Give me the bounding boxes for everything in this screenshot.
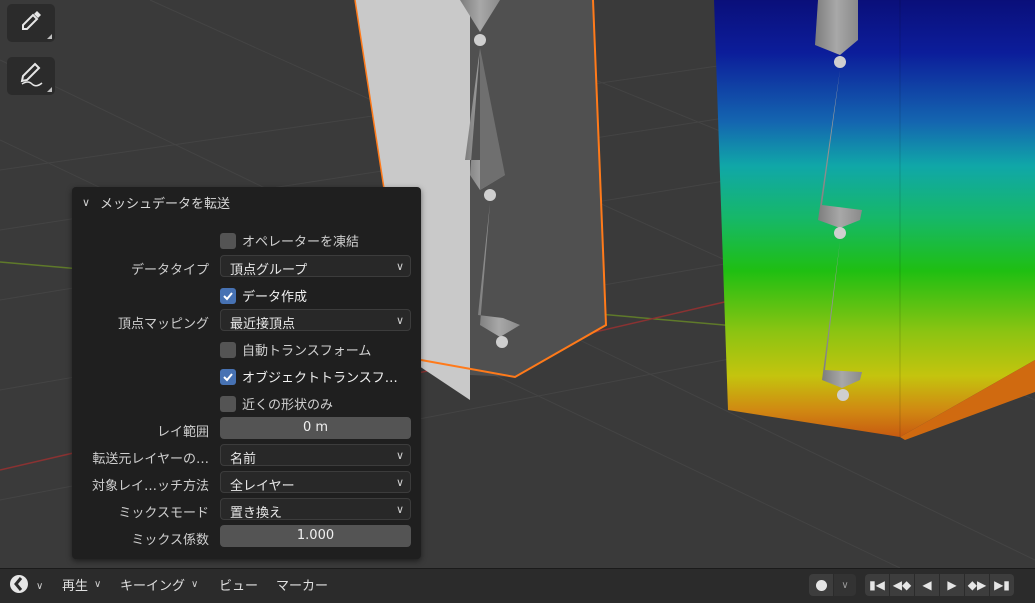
play-icon: ▶ — [947, 578, 957, 592]
source-layers-value: 名前 — [230, 452, 257, 467]
clock-icon — [8, 573, 30, 599]
next-keyframe-button[interactable]: ◆▶ — [965, 574, 989, 596]
auto-keying-button[interactable] — [809, 574, 833, 596]
chevron-down-icon: ∨ — [191, 579, 199, 590]
tool-options-corner — [47, 34, 52, 39]
keying-menu-label: キーイング — [120, 579, 186, 594]
mix-mode-label: ミックスモード — [118, 506, 209, 521]
annotate-pen-icon — [18, 61, 44, 91]
marker-menu-label: マーカー — [276, 579, 329, 594]
create-data-row: データ作成 — [72, 282, 421, 306]
chevron-down-icon: ∨ — [395, 449, 404, 462]
chevron-down-icon: ∨ — [395, 476, 404, 489]
data-type-row: データタイプ 頂点グループ ∨ — [72, 255, 421, 279]
dest-layers-label: 対象レイ…ッチ方法 — [91, 479, 209, 494]
ray-radius-row: レイ範囲 0 m — [72, 417, 421, 441]
vertex-mapping-dropdown[interactable]: 最近接頂点 ∨ — [220, 309, 411, 332]
only-neighbor-label: 近くの形状のみ — [242, 398, 334, 413]
create-data-label: データ作成 — [242, 290, 308, 305]
checkbox-box — [220, 395, 236, 412]
weight-painted-mesh[interactable] — [714, 0, 1035, 440]
chevron-down-icon: ∨ — [395, 503, 404, 516]
playback-menu[interactable]: 再生 ∨ — [62, 575, 101, 594]
mix-mode-row: ミックスモード 置き換え ∨ — [72, 498, 421, 522]
dest-layers-row: 対象レイ…ッチ方法 全レイヤー ∨ — [72, 471, 421, 495]
play-reverse-button[interactable]: ◀ — [915, 574, 939, 596]
eyedropper-icon — [18, 8, 44, 38]
playback-menu-label: 再生 — [62, 579, 89, 594]
play-button[interactable]: ▶ — [940, 574, 964, 596]
chevron-down-icon: ∨ — [36, 580, 44, 592]
checkmark-icon — [220, 368, 236, 385]
marker-menu[interactable]: マーカー — [276, 575, 328, 594]
object-transform-label: オブジェクトトランスフ… — [242, 371, 398, 386]
dest-layers-value: 全レイヤー — [230, 479, 295, 494]
annotate-tool-button[interactable] — [7, 57, 55, 95]
ray-radius-label: レイ範囲 — [156, 425, 209, 440]
vertex-mapping-row: 頂点マッピング 最近接頂点 ∨ — [72, 309, 421, 333]
vertex-mapping-label: 頂点マッピング — [117, 317, 209, 332]
mix-factor-field[interactable]: 1.000 — [220, 525, 411, 547]
redo-last-operator-panel: ∨ メッシュデータを転送 オペレーターを凍結 データタイプ 頂点グループ ∨ デ… — [72, 187, 421, 559]
chevron-down-icon: ∨ — [82, 195, 91, 209]
only-neighbor-checkbox[interactable]: 近くの形状のみ — [220, 394, 333, 413]
freeze-operator-checkbox[interactable]: オペレーターを凍結 — [220, 231, 359, 250]
3d-viewport[interactable]: ∨ メッシュデータを転送 オペレーターを凍結 データタイプ 頂点グループ ∨ デ… — [0, 0, 1035, 568]
data-type-value: 頂点グループ — [230, 263, 308, 278]
panel-header[interactable]: ∨ メッシュデータを転送 — [82, 193, 231, 212]
object-transform-row: オブジェクトトランスフ… — [72, 363, 421, 387]
data-type-dropdown[interactable]: 頂点グループ ∨ — [220, 255, 411, 278]
checkbox-box — [220, 341, 236, 358]
play-reverse-icon: ◀ — [922, 578, 932, 592]
keying-menu[interactable]: キーイング ∨ — [120, 575, 198, 594]
panel-title: メッシュデータを転送 — [100, 196, 231, 212]
record-icon — [815, 579, 827, 591]
view-menu-label: ビュー — [219, 579, 259, 594]
freeze-operator-label: オペレーターを凍結 — [242, 235, 360, 250]
create-data-checkbox[interactable]: データ作成 — [220, 286, 307, 305]
jump-start-button[interactable]: ▮◀ — [865, 574, 889, 596]
chevron-down-icon: ∨ — [395, 314, 404, 327]
object-transform-checkbox[interactable]: オブジェクトトランスフ… — [220, 367, 398, 386]
chevron-down-icon: ∨ — [94, 579, 102, 590]
jump-end-button[interactable]: ▶▮ — [990, 574, 1014, 596]
source-layers-row: 転送元レイヤーの… 名前 ∨ — [72, 444, 421, 468]
vertex-mapping-value: 最近接頂点 — [230, 317, 296, 332]
auto-transform-row: 自動トランスフォーム — [72, 336, 421, 360]
mix-factor-row: ミックス係数 1.000 — [72, 525, 421, 549]
jump-end-icon: ▶▮ — [994, 578, 1010, 592]
checkbox-box — [220, 232, 236, 249]
mix-mode-dropdown[interactable]: 置き換え ∨ — [220, 498, 411, 521]
tool-options-corner — [47, 87, 52, 92]
source-layers-dropdown[interactable]: 名前 ∨ — [220, 444, 411, 467]
freeze-operator-row: オペレーターを凍結 — [72, 227, 421, 251]
view-menu[interactable]: ビュー — [219, 575, 258, 594]
prev-keyframe-button[interactable]: ◀◆ — [890, 574, 914, 596]
timeline-header: ∨ 再生 ∨ キーイング ∨ ビュー マーカー ∨ ▮◀ ◀◆ ◀ ▶ ◆▶ ▶… — [0, 568, 1035, 603]
prev-keyframe-icon: ◀◆ — [892, 578, 912, 592]
jump-start-icon: ▮◀ — [869, 578, 885, 592]
auto-transform-label: 自動トランスフォーム — [242, 344, 372, 359]
auto-keying-options[interactable]: ∨ — [834, 574, 856, 596]
only-neighbor-row: 近くの形状のみ — [72, 390, 421, 414]
checkmark-icon — [220, 287, 236, 304]
chevron-down-icon: ∨ — [395, 260, 404, 273]
chevron-down-icon: ∨ — [841, 579, 849, 591]
dest-layers-dropdown[interactable]: 全レイヤー ∨ — [220, 471, 411, 494]
auto-transform-checkbox[interactable]: 自動トランスフォーム — [220, 340, 371, 359]
mix-factor-label: ミックス係数 — [131, 533, 209, 548]
source-layers-label: 転送元レイヤーの… — [92, 452, 209, 467]
data-type-label: データタイプ — [130, 263, 209, 278]
ray-radius-field[interactable]: 0 m — [220, 417, 411, 439]
mix-mode-value: 置き換え — [230, 506, 283, 521]
next-keyframe-icon: ◆▶ — [967, 578, 987, 592]
eyedropper-tool-button[interactable] — [7, 4, 55, 42]
editor-type-button[interactable]: ∨ — [8, 573, 43, 599]
